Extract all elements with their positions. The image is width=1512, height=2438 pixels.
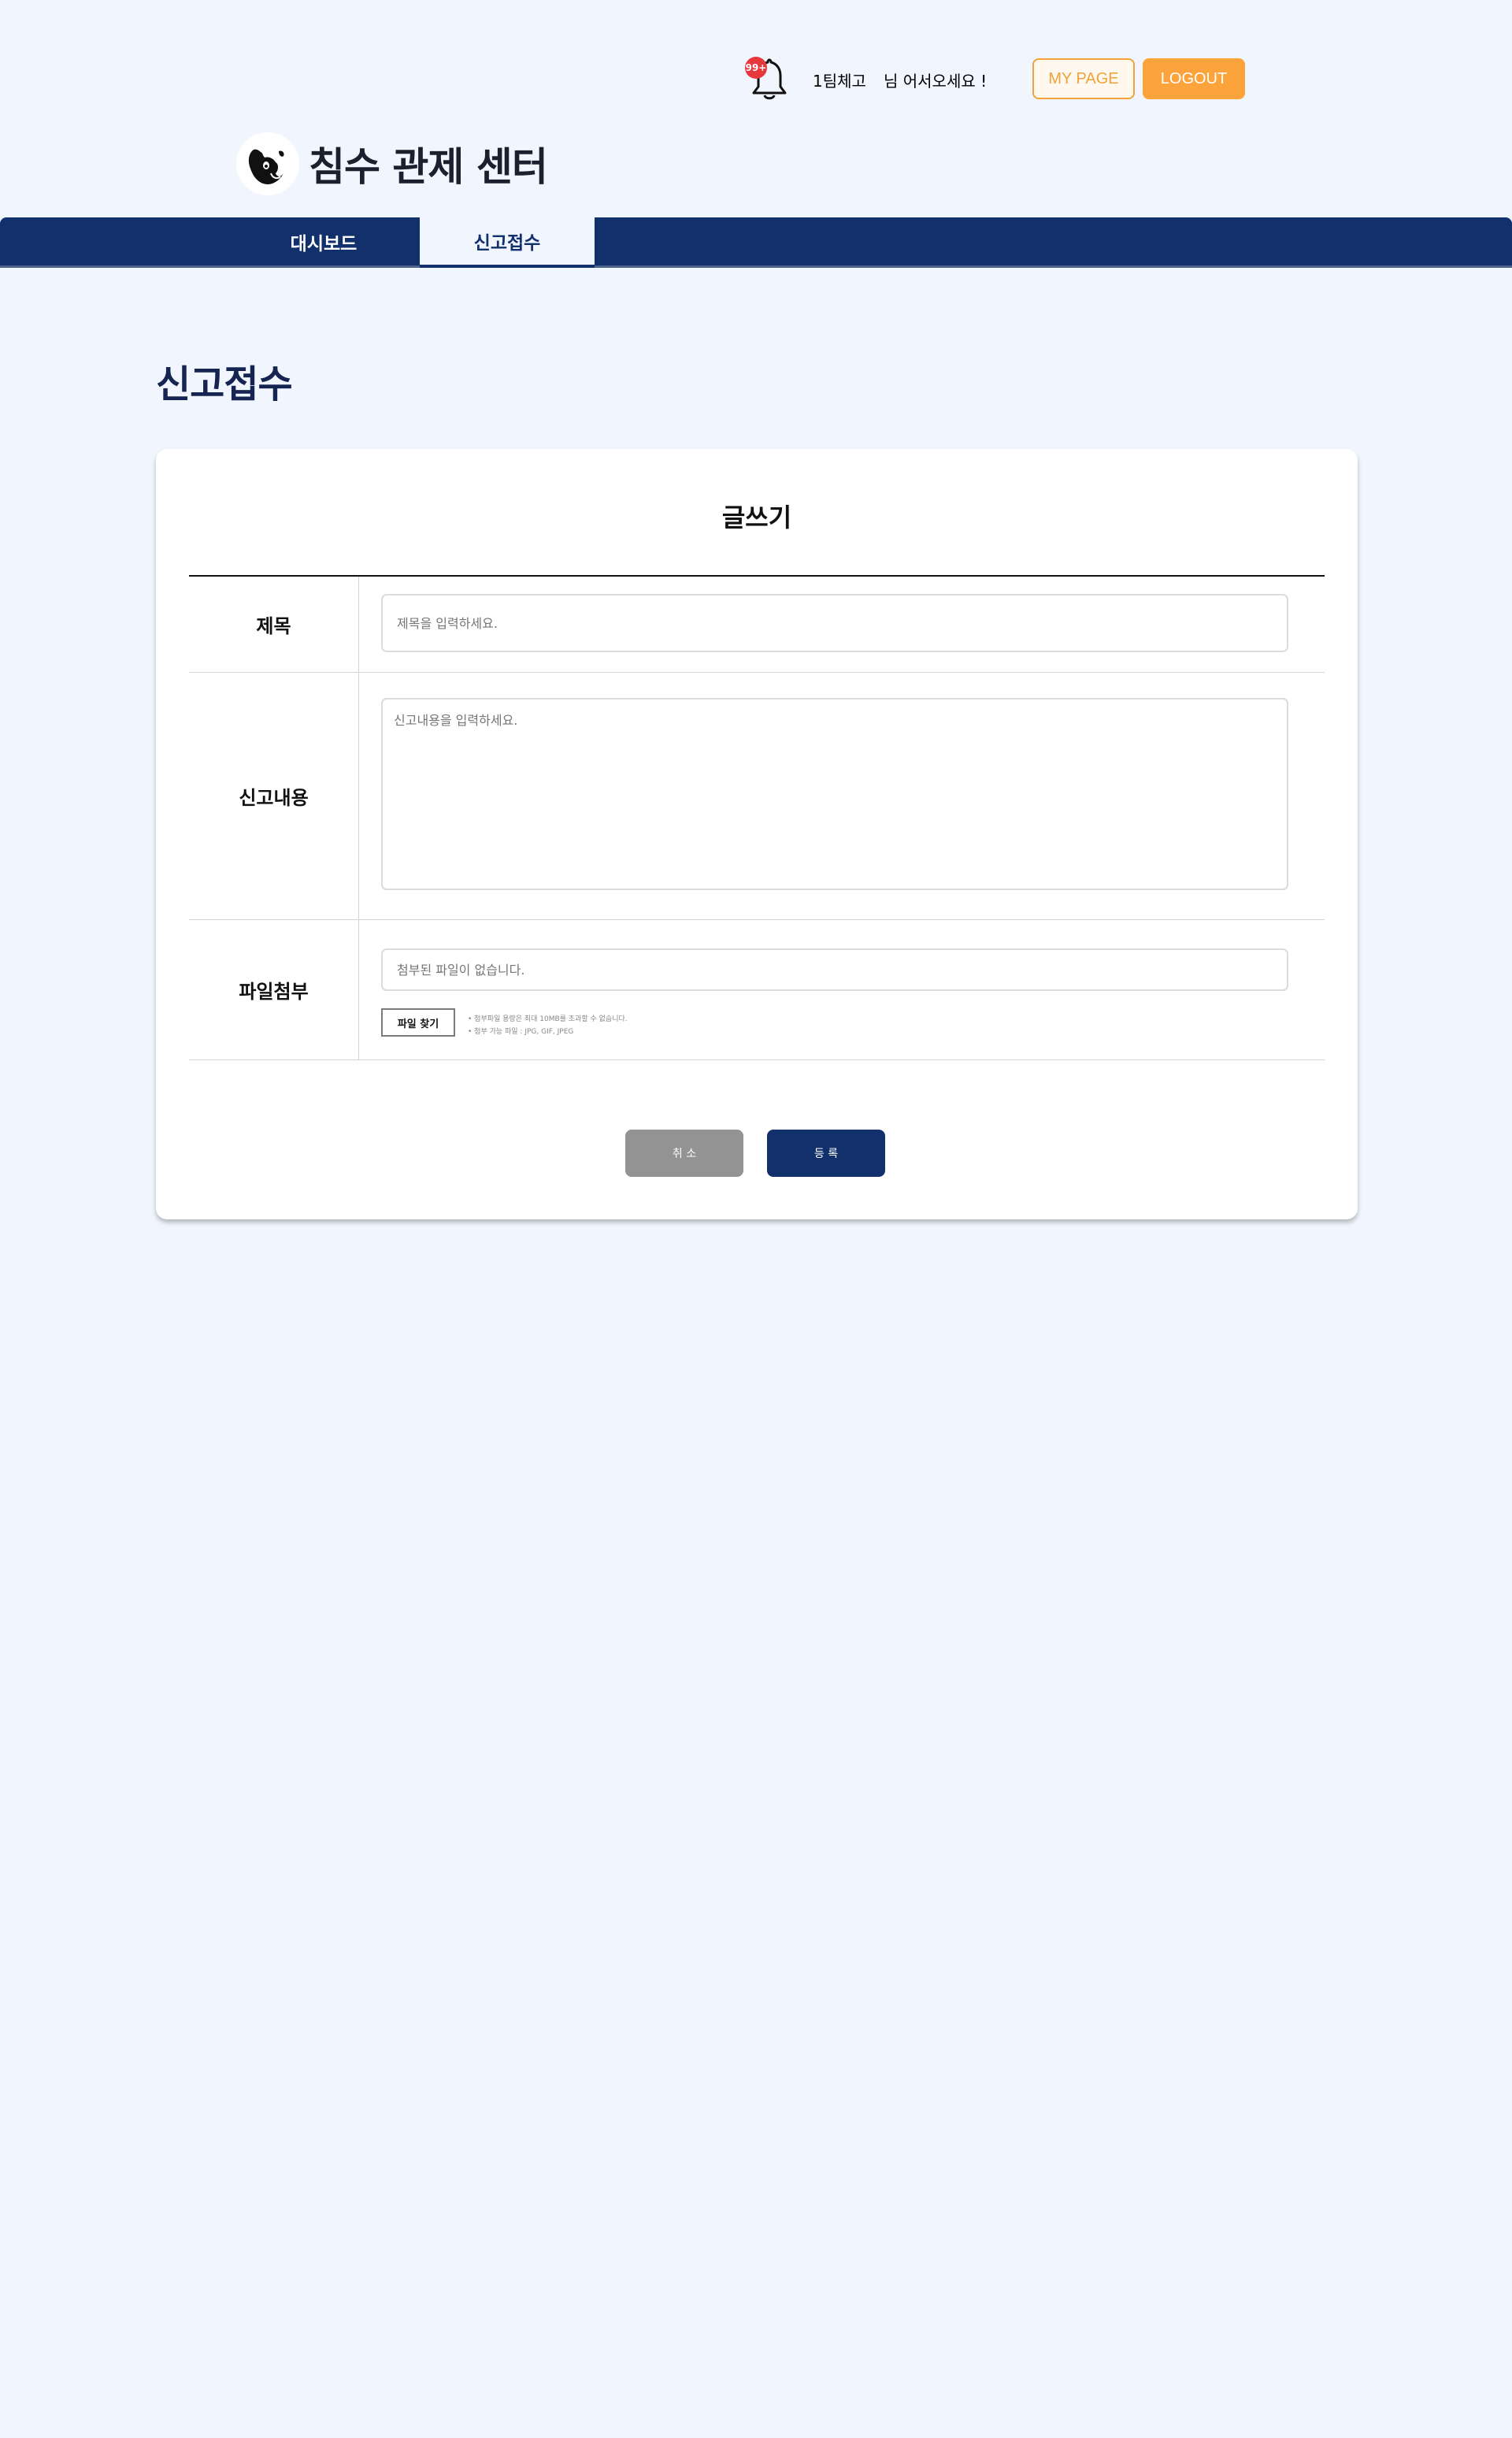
user-name: 1팀체고 <box>813 72 866 91</box>
form-row-content: 신고내용 <box>189 673 1325 920</box>
panda-logo-icon[interactable] <box>236 132 299 195</box>
file-browse-button[interactable]: 파일 찾기 <box>381 1008 455 1037</box>
content-label: 신고내용 <box>189 673 359 919</box>
form-row-title: 제목 <box>189 577 1325 673</box>
form-heading: 글쓰기 <box>721 503 792 533</box>
top-header: 99+ 1팀체고 님 어서오세요 ! MY PAGE LOGOUT <box>0 0 1512 110</box>
notification-badge: 99+ <box>745 57 767 79</box>
tab-report[interactable]: 신고접수 <box>420 217 595 268</box>
title-label: 제목 <box>189 577 359 672</box>
file-size-note: • 첨부파일 용량은 최대 10MB를 초과할 수 없습니다. <box>468 1015 628 1023</box>
tab-dashboard[interactable]: 대시보드 <box>236 217 411 266</box>
file-label: 파일첨부 <box>189 920 359 1059</box>
page-title: 신고접수 <box>156 362 293 406</box>
content-textarea[interactable] <box>381 698 1288 890</box>
mypage-button[interactable]: MY PAGE <box>1032 58 1135 99</box>
file-name-field[interactable] <box>381 948 1288 991</box>
logout-button[interactable]: LOGOUT <box>1143 58 1245 99</box>
cancel-button[interactable]: 취 소 <box>625 1130 743 1177</box>
file-type-note: • 첨부 가능 파일 : JPG, GIF, JPEG <box>468 1028 574 1036</box>
submit-button[interactable]: 등 록 <box>767 1130 885 1177</box>
notification-bell[interactable]: 99+ <box>743 52 792 104</box>
brand-title: 침수 관제 센터 <box>309 144 548 190</box>
greeting-text: 님 어서오세요 ! <box>884 72 988 91</box>
main-nav: 대시보드 신고접수 <box>0 217 1512 268</box>
report-form-card: 글쓰기 제목 신고내용 파일첨부 파일 찾기 • 첨부파일 용량은 최대 10M… <box>156 449 1358 1219</box>
title-input[interactable] <box>381 594 1288 652</box>
form-row-file: 파일첨부 파일 찾기 • 첨부파일 용량은 최대 10MB를 초과할 수 없습니… <box>189 920 1325 1060</box>
